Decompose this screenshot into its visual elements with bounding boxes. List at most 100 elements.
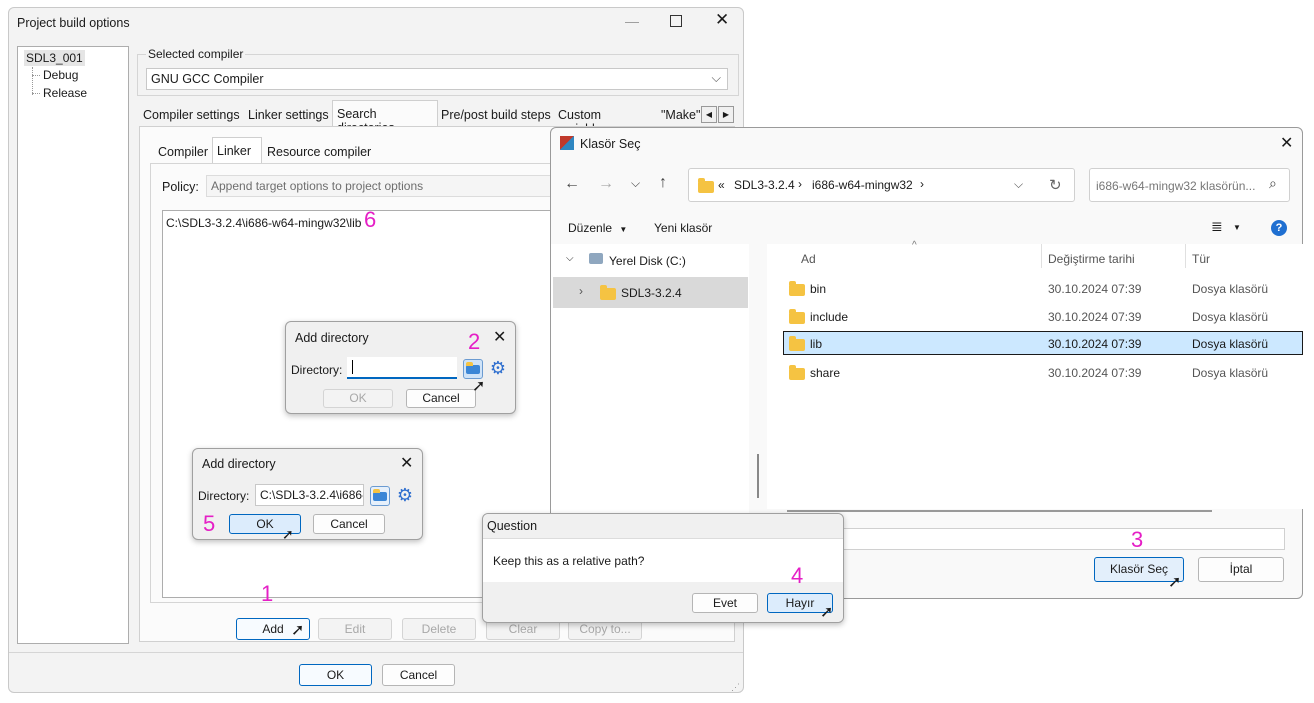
tree-item-release[interactable]: Release bbox=[43, 86, 87, 100]
file-type: Dosya klasörü bbox=[1192, 337, 1269, 351]
file-type: Dosya klasörü bbox=[1192, 310, 1269, 324]
close-icon[interactable]: ✕ bbox=[715, 10, 729, 30]
subtab-compiler[interactable]: Compiler bbox=[154, 141, 212, 163]
breadcrumb-item-sdl3[interactable]: SDL3-3.2.4 bbox=[734, 178, 795, 192]
subtab-resource-compiler[interactable]: Resource compiler bbox=[263, 141, 373, 163]
breadcrumb-overflow[interactable]: « bbox=[718, 178, 725, 192]
cancel-button[interactable]: Cancel bbox=[406, 389, 476, 408]
footer-divider bbox=[9, 652, 743, 653]
subtab-linker[interactable]: Linker bbox=[212, 137, 262, 163]
tab-make[interactable]: "Make" bbox=[657, 104, 707, 126]
directory-input[interactable]: C:\SDL3-3.2.4\i686- bbox=[255, 484, 364, 506]
drive-icon bbox=[589, 253, 603, 264]
search-icon: ⌕ bbox=[1269, 175, 1277, 191]
nav-item-sdl3: SDL3-3.2.4 bbox=[621, 286, 682, 300]
column-divider bbox=[1041, 244, 1042, 268]
question-dialog: Question Keep this as a relative path? E… bbox=[482, 513, 844, 623]
recent-chevron-icon[interactable]: ⌵ bbox=[631, 176, 640, 191]
close-icon[interactable]: ✕ bbox=[400, 453, 413, 473]
close-icon[interactable]: ✕ bbox=[1280, 133, 1293, 153]
organize-label: Düzenle bbox=[568, 221, 613, 235]
organize-menu[interactable]: Düzenle ▼ bbox=[568, 221, 627, 235]
nav-item-sdl3-row[interactable]: › SDL3-3.2.4 bbox=[553, 277, 748, 308]
yes-button[interactable]: Evet bbox=[692, 593, 758, 613]
view-caret-icon[interactable]: ▼ bbox=[1233, 223, 1241, 232]
ok-button[interactable]: OK bbox=[323, 389, 393, 408]
file-row[interactable]: bin 30.10.2024 07:39 Dosya klasörü bbox=[785, 276, 1303, 300]
expand-chevron-icon[interactable]: › bbox=[579, 284, 583, 298]
file-date: 30.10.2024 07:39 bbox=[1048, 366, 1142, 380]
mouse-cursor-icon: ➚ bbox=[820, 604, 834, 621]
file-name: bin bbox=[810, 282, 827, 296]
close-icon[interactable]: ✕ bbox=[493, 327, 506, 347]
tab-scroll-left-icon[interactable]: ◀ bbox=[701, 106, 717, 123]
column-header-date[interactable]: Değiştirme tarihi bbox=[1048, 252, 1135, 266]
view-options-icon[interactable]: ≣ bbox=[1211, 218, 1223, 235]
tree-item-debug[interactable]: Debug bbox=[43, 68, 78, 82]
minimize-icon[interactable]: — bbox=[625, 13, 639, 29]
cancel-button[interactable]: Cancel bbox=[313, 514, 385, 534]
nav-item-drive[interactable]: Yerel Disk (C:) bbox=[609, 254, 686, 268]
directory-value: C:\SDL3-3.2.4\i686- bbox=[260, 488, 364, 502]
settings-gear-button[interactable]: ⚙ bbox=[488, 359, 508, 379]
folder-name-input[interactable] bbox=[839, 528, 1285, 550]
column-divider bbox=[1185, 244, 1186, 268]
expand-chevron-icon[interactable]: ⌵ bbox=[566, 253, 574, 264]
dialog-cancel-button[interactable]: İptal bbox=[1198, 557, 1284, 582]
file-row-selected[interactable]: lib 30.10.2024 07:39 Dosya klasörü bbox=[783, 331, 1303, 355]
column-header-type[interactable]: Tür bbox=[1192, 252, 1210, 266]
selected-compiler-label: Selected compiler bbox=[146, 47, 246, 61]
mouse-cursor-icon: ➚ bbox=[472, 378, 486, 395]
target-tree: SDL3_001 Debug Release bbox=[17, 46, 129, 644]
tab-compiler-settings[interactable]: Compiler settings bbox=[139, 104, 242, 126]
directory-input[interactable] bbox=[347, 357, 457, 379]
nav-scrollbar[interactable] bbox=[757, 454, 759, 498]
compiler-select[interactable]: GNU GCC Compiler ⌵ bbox=[146, 68, 728, 90]
address-dropdown-icon[interactable]: ⌵ bbox=[1014, 177, 1023, 192]
help-icon[interactable]: ? bbox=[1271, 220, 1287, 236]
maximize-icon[interactable] bbox=[670, 15, 682, 27]
tab-scroll-right-icon[interactable]: ▶ bbox=[718, 106, 734, 123]
breadcrumb-item-mingw[interactable]: i686-w64-mingw32 bbox=[812, 178, 913, 192]
tab-custom-variables[interactable]: Custom variables bbox=[554, 104, 654, 136]
window-title: Project build options bbox=[17, 16, 130, 30]
mouse-cursor-icon: ➚ bbox=[291, 622, 305, 639]
ok-button[interactable]: OK bbox=[299, 664, 372, 686]
dialog-title: Add directory bbox=[295, 331, 369, 345]
column-header-name[interactable]: Ad bbox=[801, 252, 816, 266]
tab-pre-post-build[interactable]: Pre/post build steps bbox=[437, 104, 553, 126]
back-icon[interactable]: ← bbox=[564, 175, 580, 193]
edit-button[interactable]: Edit bbox=[318, 618, 392, 640]
tab-linker-settings[interactable]: Linker settings bbox=[244, 104, 334, 126]
file-date: 30.10.2024 07:39 bbox=[1048, 310, 1142, 324]
compiler-select-value: GNU GCC Compiler bbox=[151, 72, 264, 86]
directory-list-item[interactable]: C:\SDL3-3.2.4\i686-w64-mingw32\lib bbox=[166, 216, 361, 230]
file-row[interactable]: include 30.10.2024 07:39 Dosya klasörü bbox=[785, 304, 1303, 328]
mouse-cursor-icon: ➚ bbox=[1168, 574, 1182, 591]
folder-icon bbox=[789, 281, 805, 296]
question-text: Keep this as a relative path? bbox=[493, 554, 645, 568]
add-directory-dialog-1: Add directory ✕ Directory: ⚙ OK Cancel bbox=[285, 321, 516, 414]
refresh-icon[interactable]: ↻ bbox=[1049, 176, 1062, 194]
delete-button[interactable]: Delete bbox=[402, 618, 476, 640]
step-label-5: 5 bbox=[203, 511, 216, 536]
tree-root[interactable]: SDL3_001 bbox=[24, 50, 85, 66]
browse-folder-button[interactable] bbox=[370, 486, 390, 506]
policy-select[interactable]: Append target options to project options bbox=[206, 175, 566, 197]
horizontal-scrollbar[interactable] bbox=[787, 510, 1212, 512]
breadcrumb-separator-icon: › bbox=[920, 177, 924, 191]
address-bar[interactable]: « SDL3-3.2.4 › i686-w64-mingw32 › ⌵ bbox=[688, 168, 1075, 202]
tab-search-directories[interactable]: Search directories bbox=[332, 100, 438, 135]
new-folder-button[interactable]: Yeni klasör bbox=[654, 221, 712, 235]
up-icon[interactable]: ↑ bbox=[659, 174, 667, 192]
resize-grip-icon[interactable]: ⋰ bbox=[731, 682, 740, 693]
file-name: lib bbox=[810, 337, 823, 351]
forward-icon[interactable]: → bbox=[598, 175, 614, 193]
folder-icon bbox=[600, 285, 616, 300]
cancel-button[interactable]: Cancel bbox=[382, 664, 455, 686]
settings-gear-button[interactable]: ⚙ bbox=[395, 486, 415, 506]
file-row[interactable]: share 30.10.2024 07:39 Dosya klasörü bbox=[785, 360, 1303, 384]
step-label-6: 6 bbox=[364, 207, 377, 232]
folder-icon bbox=[789, 365, 805, 380]
search-box[interactable]: i686-w64-mingw32 klasörün... ⌕ bbox=[1089, 168, 1290, 202]
